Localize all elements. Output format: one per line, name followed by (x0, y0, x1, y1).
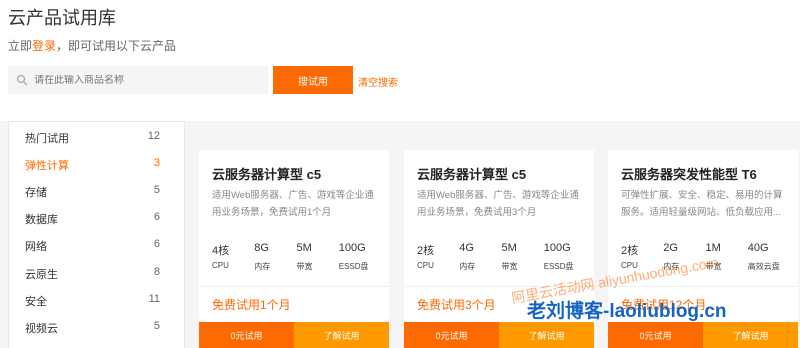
free-trial-button[interactable]: 0元试用 (199, 322, 294, 348)
sidebar-item-video-cloud[interactable]: 视频云 5 (25, 320, 160, 336)
sidebar-item-storage[interactable]: 存储 5 (25, 184, 160, 200)
sidebar-item-hot[interactable]: 热门试用 12 (25, 130, 160, 146)
sidebar-item-network[interactable]: 网络 6 (25, 238, 160, 254)
product-description: 适用Web服务器、广告、游戏等企业通用业务场景，免费试用1个月 (212, 190, 374, 218)
search-input[interactable] (34, 74, 254, 86)
free-trial-button[interactable]: 0元试用 (404, 322, 499, 348)
search-button[interactable]: 搜试用 (273, 66, 353, 94)
spec-memory: 8G 内存 (254, 242, 271, 271)
category-sidebar: 热门试用 12 弹性计算 3 存储 5 数据库 6 网络 6 云原生 8 安全 … (8, 121, 185, 348)
sidebar-item-count: 8 (153, 266, 160, 278)
product-name: 云服务器计算型 c5 (417, 167, 527, 182)
search-icon (16, 74, 28, 86)
spec-memory: 4G 内存 (459, 242, 476, 271)
learn-trial-button[interactable]: 了解试用 (703, 322, 798, 348)
trial-duration: 免费试用1个月 (212, 298, 291, 312)
learn-trial-button[interactable]: 了解试用 (294, 322, 389, 348)
sidebar-item-label: 网络 (25, 241, 47, 253)
sidebar-item-database[interactable]: 数据库 6 (25, 211, 160, 227)
sidebar-item-elastic-compute[interactable]: 弹性计算 3 (25, 157, 160, 173)
sidebar-item-count: 6 (153, 211, 160, 223)
login-link[interactable]: 登录 (32, 39, 56, 53)
sidebar-item-label: 安全 (25, 296, 47, 308)
sidebar-item-label: 存储 (25, 187, 47, 199)
sidebar-item-cloud-native[interactable]: 云原生 8 (25, 266, 160, 282)
login-suffix: ，即可试用以下云产品 (56, 39, 177, 53)
spec-disk: 100G ESSD盘 (338, 242, 369, 271)
clear-search-link[interactable]: 清空搜索 (358, 74, 398, 89)
spec-bandwidth: 5M 带宽 (501, 242, 518, 271)
product-description: 可弹性扩展、安全、稳定、易用的计算服务。适用轻量级网站、低负载应用... (621, 190, 783, 218)
sidebar-item-count: 6 (153, 238, 160, 250)
learn-trial-button[interactable]: 了解试用 (499, 322, 594, 348)
sidebar-item-count: 12 (147, 130, 160, 142)
spec-bandwidth: 5M 带宽 (296, 242, 313, 271)
spec-cpu: 2核 CPU (417, 245, 435, 270)
sidebar-item-label: 弹性计算 (25, 160, 69, 172)
product-card: 云服务器计算型 c5 适用Web服务器、广告、游戏等企业通用业务场景，免费试用1… (199, 150, 389, 348)
page-title: 云产品试用库 (8, 8, 116, 28)
product-specs: 4核 CPU 8G 内存 5M 带宽 100G ESSD盘 (212, 242, 381, 272)
product-name: 云服务器突发性能型 T6 (621, 167, 757, 182)
sidebar-item-label: 数据库 (25, 214, 58, 226)
sidebar-item-label: 视频云 (25, 323, 58, 335)
search-box[interactable] (8, 66, 268, 94)
sidebar-item-label: 云原生 (25, 269, 58, 281)
spec-cpu: 4核 CPU (212, 245, 230, 270)
spec-disk: 100G ESSD盘 (543, 242, 574, 271)
sidebar-item-count: 5 (153, 184, 160, 196)
sidebar-item-label: 热门试用 (25, 133, 69, 145)
sidebar-item-count: 3 (153, 157, 160, 169)
product-description: 适用Web服务器、广告、游戏等企业通用业务场景，免费试用3个月 (417, 190, 579, 218)
spec-disk: 40G 高效云盘 (747, 242, 780, 271)
sidebar-item-count: 11 (148, 293, 160, 305)
sidebar-item-count: 5 (153, 320, 160, 332)
login-prompt: 立即登录，即可试用以下云产品 (8, 37, 176, 54)
product-name: 云服务器计算型 c5 (212, 167, 322, 182)
card-divider (199, 286, 389, 287)
trial-duration: 免费试用3个月 (417, 298, 496, 312)
product-specs: 2核 CPU 4G 内存 5M 带宽 100G ESSD盘 (417, 242, 586, 272)
watermark-blog: 老刘博客-laoliublog.cn (527, 301, 727, 322)
free-trial-button[interactable]: 0元试用 (608, 322, 703, 348)
sidebar-item-security[interactable]: 安全 11 (25, 293, 160, 309)
login-prefix: 立即 (8, 39, 33, 53)
